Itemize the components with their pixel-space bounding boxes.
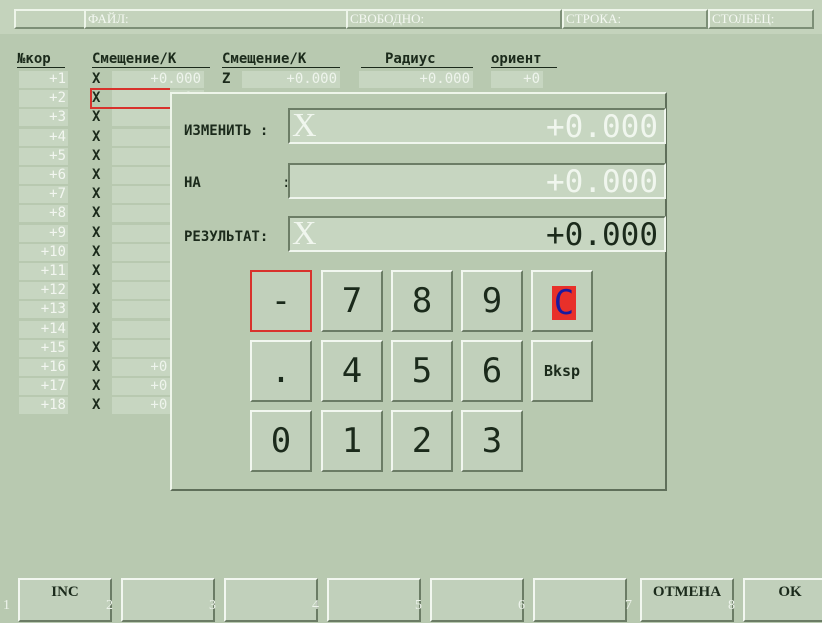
key-6[interactable]: 6 (461, 340, 523, 402)
calculator-dialog: ИЗМЕНИТЬ : X +0.000 НА : +0.000 РЕЗУЛЬТА… (170, 92, 667, 491)
tool-number: +10 (19, 243, 68, 261)
axis-x: X (92, 205, 101, 222)
axis-x: X (92, 320, 101, 337)
change-field[interactable]: X +0.000 (288, 107, 666, 145)
key-3[interactable]: 3 (461, 410, 523, 472)
to-label: НА (184, 175, 201, 191)
tool-number: +7 (19, 186, 68, 204)
axis-x: X (92, 339, 101, 356)
softkey-5[interactable] (430, 578, 524, 622)
tool-number: +3 (19, 109, 68, 127)
tool-number: +6 (19, 167, 68, 184)
axis-x: X (92, 301, 101, 318)
axis-x: X (92, 243, 101, 260)
clear-key-label: C (552, 283, 576, 323)
result-field: X +0.000 (288, 215, 666, 253)
tool-number: +2 (19, 90, 68, 108)
softkey-4[interactable] (327, 578, 421, 622)
header-underline (491, 67, 557, 68)
tool-number: +8 (19, 205, 68, 223)
softkey-cancel[interactable]: ОТМЕНА (640, 578, 734, 622)
softkey-2[interactable] (121, 578, 215, 622)
header-orientation: ориент (491, 51, 542, 67)
backspace-key[interactable]: Bksp (531, 340, 593, 402)
key-4[interactable]: 4 (321, 340, 383, 402)
softkey-number: 1 (3, 598, 10, 613)
axis-x: X (92, 397, 101, 414)
axis-x: X (92, 109, 101, 126)
status-line: СТРОКА: (562, 9, 708, 29)
status-column: СТОЛБЕЦ: (708, 9, 814, 29)
result-value: +0.000 (546, 217, 658, 253)
result-label: РЕЗУЛЬТАТ: (184, 229, 269, 245)
offset-z-value: +0.000 (242, 71, 340, 88)
tool-number: +13 (19, 301, 68, 319)
change-label: ИЗМЕНИТЬ : (184, 123, 269, 139)
key-1[interactable]: 1 (321, 410, 383, 472)
softkey-number: 4 (312, 598, 319, 613)
tool-number: +15 (19, 339, 68, 357)
to-field[interactable]: +0.000 (288, 163, 666, 200)
tool-number: +4 (19, 128, 68, 146)
minus-key[interactable]: - (250, 270, 312, 332)
axis-x: X (92, 282, 101, 299)
softkey-number: 3 (209, 598, 216, 613)
softkey-number: 6 (518, 598, 525, 613)
tool-number: +1 (19, 71, 68, 88)
axis-x: X (92, 263, 101, 279)
tool-number: +12 (19, 282, 68, 300)
offset-x-value: +0.000 (112, 71, 204, 88)
header-underline (92, 67, 210, 68)
key-7[interactable]: 7 (321, 270, 383, 332)
status-free: СВОБОДНО: (346, 9, 562, 29)
change-axis: X (292, 107, 317, 144)
header-radius: Радиус (385, 51, 436, 67)
axis-x: X (92, 359, 101, 375)
axis-x: X (92, 186, 101, 203)
radius-value: +0.000 (359, 71, 473, 88)
key-5[interactable]: 5 (391, 340, 453, 402)
result-axis: X (292, 215, 317, 252)
key-2[interactable]: 2 (391, 410, 453, 472)
axis-x: X (92, 147, 101, 164)
header-underline (222, 67, 340, 68)
softkey-number: 8 (728, 598, 735, 613)
tool-number: +9 (19, 224, 68, 242)
to-value: +0.000 (546, 164, 658, 200)
tool-number: +17 (19, 378, 68, 396)
tool-number: +5 (19, 147, 68, 165)
axis-x: X (92, 71, 101, 87)
softkey-number: 7 (625, 598, 632, 613)
header-offset-x: Смещение/К (92, 51, 177, 67)
status-bar: ФАЙЛ: СВОБОДНО: СТРОКА: СТОЛБЕЦ: (0, 0, 822, 34)
softkey-number: 2 (106, 598, 113, 613)
header-tool-number: №кор (17, 51, 51, 67)
axis-x: X (92, 128, 101, 145)
orientation-value: +0 (491, 71, 543, 88)
axis-x: X (92, 167, 101, 183)
tool-number: +11 (19, 263, 68, 280)
tool-number: +16 (19, 359, 68, 376)
key-0[interactable]: 0 (250, 410, 312, 472)
status-cell-blank (14, 9, 86, 29)
key-9[interactable]: 9 (461, 270, 523, 332)
header-offset-z: Смещение/К (222, 51, 307, 67)
softkey-6[interactable] (533, 578, 627, 622)
axis-x: X (92, 224, 101, 241)
softkey-ok[interactable]: OK (743, 578, 822, 622)
header-underline (361, 67, 473, 68)
tool-number: +18 (19, 397, 68, 415)
axis-z: Z (222, 71, 231, 87)
change-value: +0.000 (546, 109, 658, 145)
header-underline (17, 67, 65, 68)
softkey-number: 5 (415, 598, 422, 613)
status-file: ФАЙЛ: (84, 9, 348, 29)
decimal-key[interactable]: . (250, 340, 312, 402)
axis-x: X (92, 378, 101, 395)
softkey-inc[interactable]: INC (18, 578, 112, 622)
softkey-3[interactable] (224, 578, 318, 622)
tool-number: +14 (19, 320, 68, 338)
key-8[interactable]: 8 (391, 270, 453, 332)
clear-key[interactable]: C (531, 270, 593, 332)
